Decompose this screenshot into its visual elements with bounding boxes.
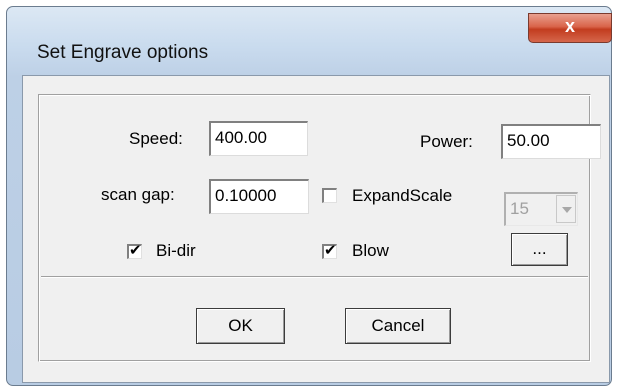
options-group: Speed: 400.00 Power: 50.00 scan gap: 0.1… [38,94,601,362]
close-icon: x [564,16,575,36]
expand-scale-value: 15 [510,199,529,218]
speed-label: Speed: [129,129,183,148]
chevron-down-icon[interactable] [556,195,576,223]
close-button[interactable]: x [528,13,612,43]
power-label: Power: [420,132,473,151]
dialog-client-area: Speed: 400.00 Power: 50.00 scan gap: 0.1… [22,75,610,383]
power-input[interactable]: 50.00 [501,124,601,159]
cancel-button[interactable]: Cancel [345,308,451,344]
bidir-checkbox[interactable] [127,241,142,259]
group-separator [41,276,588,278]
bidir-label: Bi-dir [156,241,196,260]
ok-button[interactable]: OK [196,308,285,344]
speed-input[interactable]: 400.00 [209,121,308,156]
blow-label: Blow [352,241,389,260]
scan-gap-input[interactable]: 0.10000 [209,179,309,214]
scan-gap-label: scan gap: [101,185,175,204]
dialog-title: Set Engrave options [37,42,209,63]
browse-button[interactable]: ... [511,233,568,266]
expand-scale-checkbox[interactable] [322,188,337,203]
expand-scale-label: ExpandScale [352,186,453,205]
blow-checkbox[interactable] [322,241,337,259]
dialog-window: Set Engrave options x Speed: 400.00 Powe… [6,6,612,386]
expand-scale-select[interactable]: 15 [504,192,578,226]
